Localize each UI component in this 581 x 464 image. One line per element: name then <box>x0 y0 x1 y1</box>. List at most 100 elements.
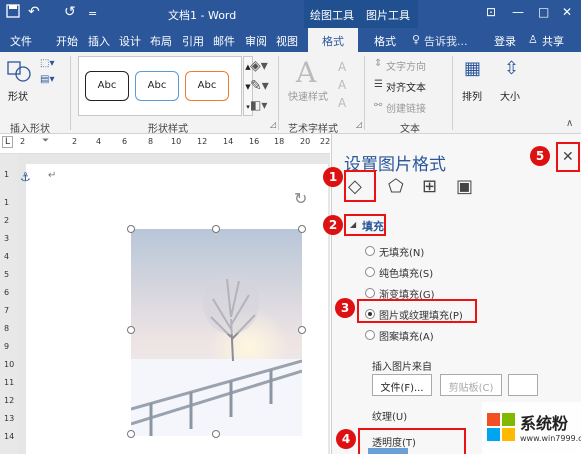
ruler-number: 1 <box>4 198 10 207</box>
redo-icon[interactable]: ↺ <box>64 4 76 20</box>
share-button[interactable]: 共享 <box>542 33 564 49</box>
ruler-number: 12 <box>4 396 15 405</box>
ruler-number: 14 <box>223 137 234 146</box>
align-text-button[interactable]: 对齐文本 <box>386 79 426 94</box>
text-box-icon[interactable]: ▤▾ <box>40 74 54 85</box>
size-properties-tab-icon[interactable]: ⊞ <box>422 176 437 197</box>
tab-mailings[interactable]: 邮件 <box>213 33 235 49</box>
shape-style-gallery[interactable]: Abc Abc Abc <box>78 56 242 116</box>
file-button[interactable]: 文件(F)... <box>372 374 432 396</box>
tab-picture-format[interactable]: 格式 <box>374 33 396 49</box>
anchor-icon: ⚓ <box>20 170 31 184</box>
shape-styles-group-label: 形状样式 <box>148 124 188 135</box>
tab-insert[interactable]: 插入 <box>88 33 110 49</box>
tab-design[interactable]: 设计 <box>119 33 141 49</box>
resize-handle-bottom[interactable] <box>212 430 220 438</box>
fill-bucket-icon[interactable]: ◈▾ <box>250 58 268 74</box>
indent-marker-icon[interactable]: ⏷ <box>42 136 49 146</box>
effects-tab-icon[interactable]: ⬠ <box>388 176 404 197</box>
picture-tab-icon[interactable]: ▣ <box>456 176 473 197</box>
size-icon[interactable]: ⇳ <box>504 58 519 79</box>
ruler-number: 20 <box>300 137 311 146</box>
ribbon-tabs: 文件 开始 插入 设计 布局 引用 邮件 审阅 视图 格式 格式 ♀ 告诉我..… <box>0 28 581 52</box>
solid-fill-radio[interactable] <box>365 267 375 277</box>
highlight-picture-fill <box>357 299 477 323</box>
tab-file[interactable]: 文件 <box>10 33 32 49</box>
insert-shapes-group-label: 插入形状 <box>10 124 50 135</box>
group-divider <box>70 56 71 130</box>
solid-fill-label[interactable]: 纯色填充(S) <box>379 265 433 280</box>
texture-label: 纹理(U) <box>372 412 408 423</box>
resize-handle-top[interactable] <box>212 225 220 233</box>
save-icon[interactable] <box>6 4 20 22</box>
clipboard-button: 剪贴板(C) <box>440 374 502 396</box>
pattern-fill-label[interactable]: 图案填充(A) <box>379 328 434 343</box>
tab-view[interactable]: 视图 <box>276 33 298 49</box>
no-fill-label[interactable]: 无填充(N) <box>379 244 424 259</box>
tab-stop-selector[interactable]: L <box>2 136 14 148</box>
lightbulb-icon[interactable]: ♀ <box>412 33 420 46</box>
resize-handle-right[interactable] <box>298 326 306 334</box>
wordart-launcher-icon[interactable]: ◿ <box>356 120 362 129</box>
resize-handle-bottom-left[interactable] <box>127 430 135 438</box>
sign-in-link[interactable]: 登录 <box>494 33 516 49</box>
window-title: 文档1 - Word <box>168 9 237 22</box>
tab-home[interactable]: 开始 <box>56 33 78 49</box>
text-fill-outline-effects-icons: AAA <box>338 60 347 110</box>
undo-icon[interactable]: ↶ <box>28 4 40 20</box>
text-direction-icon: ⇕ <box>374 58 383 69</box>
collapse-ribbon-icon[interactable]: ∧ <box>566 118 573 129</box>
tell-me-box[interactable]: 告诉我... <box>424 33 468 49</box>
tab-review[interactable]: 审阅 <box>245 33 267 49</box>
pattern-fill-radio[interactable] <box>365 330 375 340</box>
ruler-number: 7 <box>4 306 10 315</box>
window-close-icon[interactable]: ✕ <box>562 5 572 19</box>
text-direction-button: 文字方向 <box>386 62 426 73</box>
ribbon-display-icon[interactable]: ⊡ <box>486 5 496 19</box>
drawing-tools-label: 绘图工具 <box>310 9 354 22</box>
align-text-icon[interactable]: ☰ <box>374 79 383 90</box>
step-badge-5: 5 <box>530 146 550 166</box>
ruler-number: 10 <box>4 360 15 369</box>
quick-access-more-icon[interactable]: = <box>88 7 97 20</box>
ruler-number: 10 <box>171 137 182 146</box>
shape-effects-icon[interactable]: ◧▾ <box>250 98 267 112</box>
insert-picture-from-label: 插入图片来自 <box>372 362 432 373</box>
tab-layout[interactable]: 布局 <box>150 33 172 49</box>
resize-handle-top-left[interactable] <box>127 225 135 233</box>
edit-shape-icon[interactable]: ⬚▾ <box>40 58 54 69</box>
tab-drawing-format[interactable]: 格式 <box>308 28 358 52</box>
rotate-handle-icon[interactable]: ↻ <box>294 189 307 208</box>
ruler-number: 11 <box>4 378 15 387</box>
ruler-number: 22 <box>320 137 331 146</box>
shape-style-dark[interactable]: Abc <box>85 71 129 101</box>
picture-tools-label: 图片工具 <box>366 9 410 22</box>
winter-photo[interactable] <box>131 229 302 436</box>
ruler-number: 14 <box>4 432 15 441</box>
resize-handle-top-right[interactable] <box>298 225 306 233</box>
arrange-icon[interactable]: ▦ <box>464 58 481 79</box>
resize-handle-left[interactable] <box>127 326 135 334</box>
text-group-label: 文本 <box>400 124 420 135</box>
title-bar: ↶ ↺ = 文档1 - Word 绘图工具 图片工具 ⊡ — □ ✕ <box>0 0 581 28</box>
shapes-gallery-icon[interactable] <box>6 58 32 87</box>
ruler-number: 5 <box>4 270 10 279</box>
highlight-transparency <box>358 428 466 454</box>
share-icon[interactable]: ♙ <box>528 33 538 46</box>
ruler-number: 6 <box>4 288 10 297</box>
gradient-fill-radio[interactable] <box>365 288 375 298</box>
minimize-icon[interactable]: — <box>512 5 524 19</box>
shape-style-blue[interactable]: Abc <box>135 71 179 101</box>
site-watermark: 系统粉 www.win7999.com <box>482 402 581 454</box>
no-fill-radio[interactable] <box>365 246 375 256</box>
shape-styles-launcher-icon[interactable]: ◿ <box>270 120 276 129</box>
online-button[interactable] <box>508 374 538 396</box>
tab-references[interactable]: 引用 <box>182 33 204 49</box>
windows-logo-icon <box>487 413 515 441</box>
size-button[interactable]: 大小 <box>500 88 520 103</box>
shapes-button[interactable]: 形状 <box>8 88 28 103</box>
arrange-button[interactable]: 排列 <box>462 88 482 103</box>
shape-style-orange[interactable]: Abc <box>185 71 229 101</box>
outline-pen-icon[interactable]: ✎▾ <box>250 78 269 94</box>
maximize-icon[interactable]: □ <box>538 5 549 19</box>
